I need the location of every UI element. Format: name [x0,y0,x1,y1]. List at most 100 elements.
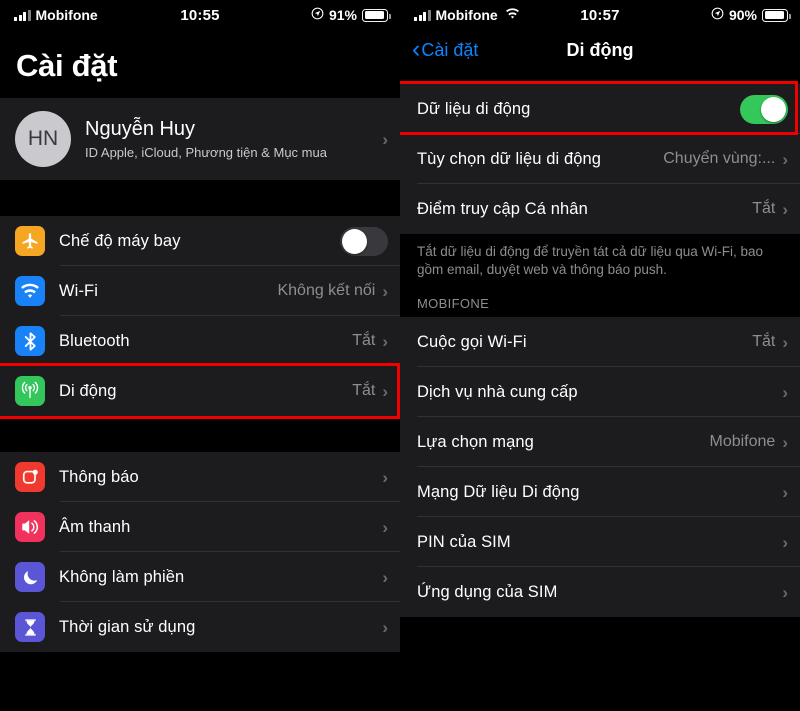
chevron-right-icon: › [782,532,788,552]
settings-row-label: Tùy chọn dữ liệu di động [417,149,602,168]
profile-subtitle: ID Apple, iCloud, Phương tiện & Mục mua [85,145,327,161]
battery-icon [362,8,391,22]
airplane-mode-toggle[interactable] [340,226,388,256]
settings-row-screen-time[interactable]: Thời gian sử dụng › [0,602,400,652]
chevron-left-icon: ‹ [412,34,421,63]
status-bar-right: 90% [711,7,791,24]
battery-icon [762,8,791,22]
settings-row-wifi-calling[interactable]: Cuộc gọi Wi-Fi Tắt › [400,317,800,368]
settings-row-cellular-data-network[interactable]: Mạng Dữ liệu Di động › [400,467,800,518]
battery-percent-label: 91% [328,7,357,23]
cellular-data-footnote: Tắt dữ liệu di động để truyền tát cả dữ … [400,234,800,280]
settings-row-label: Ứng dụng của SIM [417,582,558,601]
bluetooth-icon [15,326,45,356]
chevron-right-icon: › [382,331,388,351]
chevron-right-icon: › [382,517,388,537]
settings-row-label: Dịch vụ nhà cung cấp [417,382,578,401]
hourglass-screen-time-icon [15,612,45,642]
settings-row-cellular-data-options[interactable]: Tùy chọn dữ liệu di động Chuyển vùng:...… [400,134,800,184]
page-title: Cài đặt [16,48,118,83]
settings-row-label: Cuộc gọi Wi-Fi [417,332,527,351]
chevron-right-icon: › [782,482,788,502]
profile-name: Nguyễn Huy [85,118,196,141]
settings-row-value: Không kết nối [277,282,376,299]
cellular-content: Dữ liệu di động Tùy chọn dữ liệu di động… [400,70,800,711]
chevron-right-icon: › [782,332,788,352]
account-group: HN Nguyễn Huy ID Apple, iCloud, Phương t… [0,98,400,180]
settings-row-label: Thời gian sử dụng [59,617,196,636]
settings-row-label: Không làm phiền [59,567,185,586]
dual-phone-screenshot: Mobifone 10:55 91% Cài đặt HN Nguyễn Huy… [0,0,800,711]
status-bar-right: 91% [311,7,391,24]
notifications-icon [15,462,45,492]
wifi-icon [15,276,45,306]
chevron-right-icon: › [382,617,388,637]
chevron-right-icon: › [782,582,788,602]
back-button-label: Cài đặt [421,39,479,60]
settings-row-airplane-mode[interactable]: Chế độ máy bay [0,216,400,266]
location-arrow-icon [711,7,724,24]
chevron-right-icon: › [382,467,388,487]
cellular-data-toggle[interactable] [740,94,788,124]
settings-row-label: Bluetooth [59,331,130,350]
connectivity-group: Chế độ máy bay Wi-Fi Không kết nối › Blu… [0,216,400,419]
toggle-knob [342,228,367,254]
carrier-label: Mobifone [35,7,98,23]
settings-row-sim-applications[interactable]: Ứng dụng của SIM › [400,567,800,617]
chevron-right-icon: › [782,149,788,169]
left-status-bar: Mobifone 10:55 91% [0,0,400,30]
settings-row-label: Lựa chọn mạng [417,432,534,451]
chevron-right-icon: › [782,199,788,219]
carrier-group: Cuộc gọi Wi-Fi Tắt › Dịch vụ nhà cung cấ… [400,317,800,618]
settings-row-value: Tắt [752,200,776,217]
toggle-knob [761,96,786,122]
settings-row-carrier-services[interactable]: Dịch vụ nhà cung cấp › [400,367,800,418]
location-arrow-icon [311,7,324,24]
settings-row-value: Mobifone [709,433,776,451]
notifications-group: Thông báo › Âm thanh › Không làm phiền › [0,452,400,652]
carrier-label: Mobifone [435,7,498,23]
signal-bars-icon [414,9,431,21]
chevron-right-icon: › [782,432,788,452]
settings-row-label: Mạng Dữ liệu Di động [417,482,580,501]
settings-row-label: Chế độ máy bay [59,231,181,250]
chevron-right-icon: › [382,567,388,587]
left-phone-settings-screen: Mobifone 10:55 91% Cài đặt HN Nguyễn Huy… [0,0,400,711]
settings-row-cellular-data[interactable]: Dữ liệu di động [400,84,800,134]
battery-percent-label: 90% [728,7,757,23]
moon-do-not-disturb-icon [15,562,45,592]
settings-row-do-not-disturb[interactable]: Không làm phiền › [0,552,400,602]
settings-row-value: Tắt [352,382,376,399]
chevron-right-icon: › [782,382,788,402]
chevron-right-icon: › [382,281,388,301]
settings-row-sim-pin[interactable]: PIN của SIM › [400,517,800,568]
section-header-carrier: MOBIFONE [400,279,800,318]
settings-row-wifi[interactable]: Wi-Fi Không kết nối › [0,266,400,316]
settings-row-notifications[interactable]: Thông báo › [0,452,400,502]
right-status-bar: Mobifone 10:57 90% [400,0,800,30]
cellular-data-group: Dữ liệu di động Tùy chọn dữ liệu di động… [400,81,800,234]
chevron-right-icon: › [382,129,388,149]
settings-row-personal-hotspot[interactable]: Điểm truy cập Cá nhân Tắt › [400,184,800,234]
settings-row-cellular[interactable]: Di động Tắt › [0,366,400,416]
profile-info: Nguyễn Huy ID Apple, iCloud, Phương tiện… [85,117,382,161]
avatar: HN [15,111,71,167]
group-separator-gap-2 [0,416,400,452]
chevron-right-icon: › [382,381,388,401]
back-button[interactable]: ‹ Cài đặt [412,34,479,63]
cellular-antenna-icon [15,376,45,406]
sound-speaker-icon [15,512,45,542]
bottom-empty-area [400,617,800,711]
right-phone-cellular-screen: Mobifone 10:57 90% ‹ Cài đặt Di động Dữ … [400,0,800,711]
settings-row-label: Dữ liệu di động [417,99,531,118]
apple-id-profile-row[interactable]: HN Nguyễn Huy ID Apple, iCloud, Phương t… [0,98,400,180]
settings-row-network-selection[interactable]: Lựa chọn mạng Mobifone › [400,417,800,468]
settings-row-sounds[interactable]: Âm thanh › [0,502,400,552]
airplane-icon [15,226,45,256]
settings-row-value: Chuyển vùng:... [663,150,776,167]
status-bar-left: Mobifone [14,7,98,23]
navigation-bar: ‹ Cài đặt Di động [400,30,800,70]
settings-row-bluetooth[interactable]: Bluetooth Tắt › [0,316,400,366]
group-separator-gap [0,180,400,216]
wifi-icon [505,7,520,24]
